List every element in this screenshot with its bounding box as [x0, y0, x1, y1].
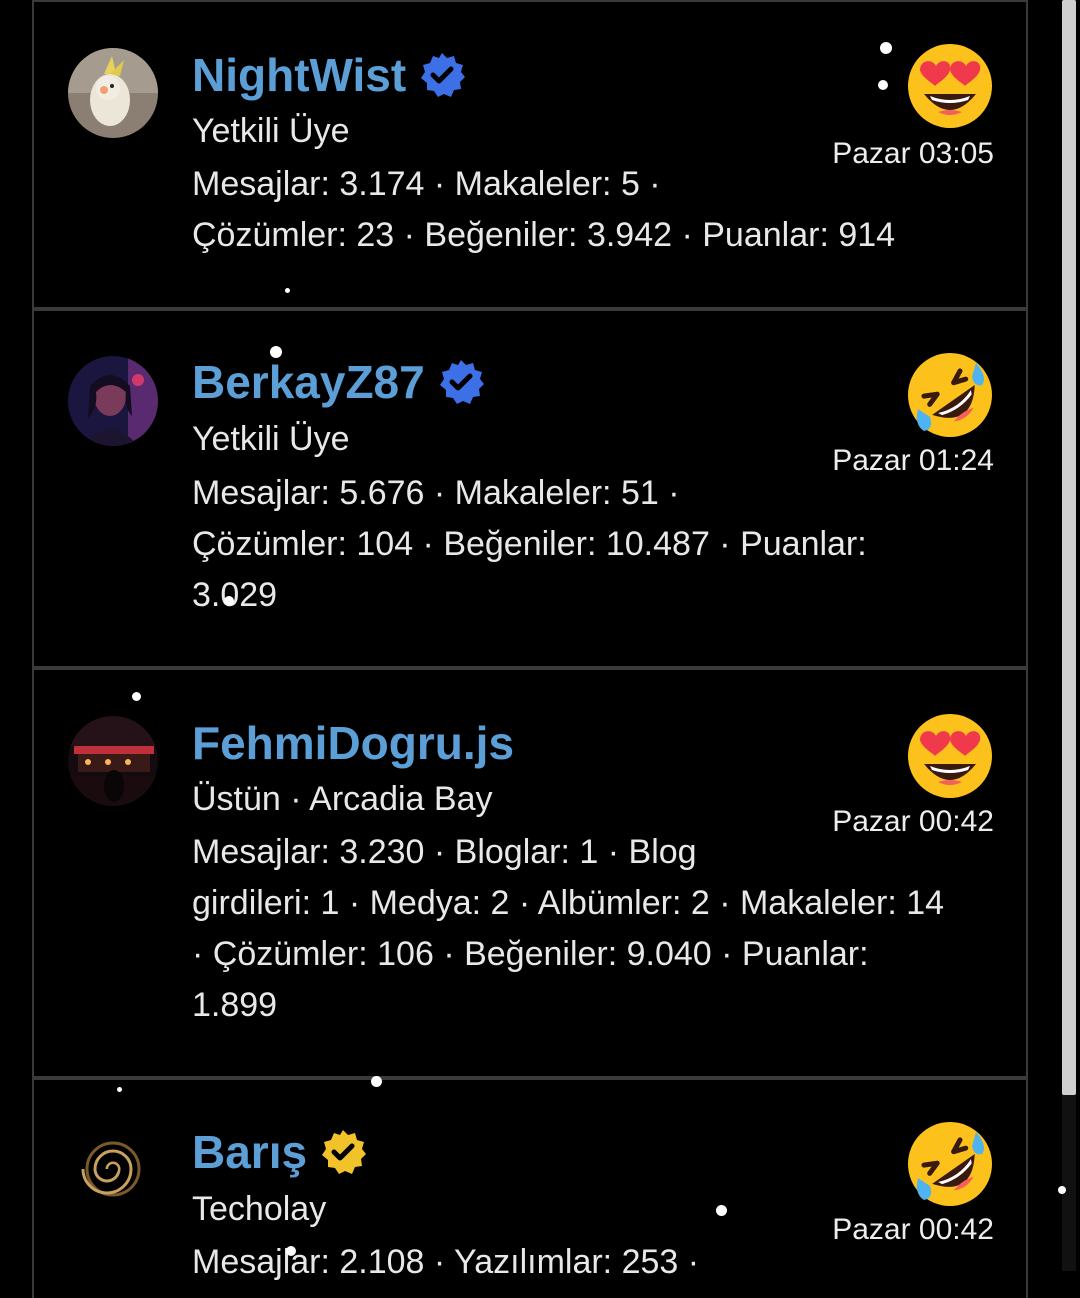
post-time: Pazar 01:24 [832, 444, 994, 477]
snow-particle [286, 1246, 296, 1256]
stats-line: · Çözümler: 106 · Beğeniler: 9.040 · Pua… [192, 935, 869, 973]
snow-particle [878, 80, 888, 90]
post-time: Pazar 03:05 [832, 137, 994, 170]
stats-line: 3.029 [192, 576, 278, 614]
username-link[interactable]: BerkayZ87 [192, 355, 425, 409]
stats-line: Çözümler: 23 · Beğeniler: 3.942 · Puanla… [192, 216, 896, 254]
snow-particle [132, 692, 141, 701]
snow-particle [285, 288, 290, 293]
user-role: Techolay [192, 1190, 327, 1228]
snow-particle [270, 346, 282, 358]
verified-badge-icon [322, 1130, 367, 1174]
reactions-list: NightWist Yetkili Üye Mesajlar: 3.174 · … [0, 0, 1080, 1298]
username-row: BerkayZ87 [192, 355, 485, 409]
username-row: Barış [192, 1125, 367, 1179]
verified-badge-icon [439, 360, 484, 404]
avatar[interactable] [68, 48, 158, 138]
post-time: Pazar 00:42 [832, 1213, 994, 1246]
avatar[interactable] [68, 716, 158, 806]
user-stats: Mesajlar: 3.174 · Makaleler: 5 · Çözümle… [192, 159, 992, 261]
verified-badge-icon [421, 53, 466, 97]
username-link[interactable]: Barış [192, 1125, 307, 1179]
username-row: FehmiDogru.js [192, 716, 514, 770]
snow-particle [224, 596, 234, 606]
snow-particle [371, 1076, 382, 1087]
stats-line: Çözümler: 104 · Beğeniler: 10.487 · Puan… [192, 525, 867, 563]
snow-particle [880, 42, 892, 54]
user-stats: Mesajlar: 3.230 · Bloglar: 1 · Blog gird… [192, 827, 1012, 1031]
user-role: Yetkili Üye [192, 112, 350, 150]
reaction-card[interactable]: FehmiDogru.js Üstün · Arcadia Bay Mesajl… [32, 668, 1028, 1078]
snow-particle [117, 1087, 122, 1092]
heart-eyes-emoji-icon [908, 714, 992, 798]
scrollbar-thumb[interactable] [1062, 0, 1076, 1095]
user-role: Yetkili Üye [192, 420, 350, 458]
username-row: NightWist [192, 48, 466, 102]
reaction-card[interactable]: Barış Techolay Mesajlar: 2.108 · Yazılım… [32, 1078, 1028, 1298]
rofl-emoji-icon [908, 353, 992, 437]
post-time: Pazar 00:42 [832, 805, 994, 838]
username-link[interactable]: NightWist [192, 48, 406, 102]
reaction-card[interactable]: BerkayZ87 Yetkili Üye Mesajlar: 5.676 · … [32, 309, 1028, 668]
user-role: Üstün · Arcadia Bay [192, 780, 493, 818]
avatar[interactable] [68, 356, 158, 446]
stats-line: 1.899 [192, 986, 278, 1024]
username-link[interactable]: FehmiDogru.js [192, 716, 514, 770]
avatar[interactable] [68, 1124, 158, 1214]
snow-particle [716, 1205, 727, 1216]
user-stats: Mesajlar: 5.676 · Makaleler: 51 · Çözüml… [192, 468, 992, 621]
heart-eyes-emoji-icon [908, 44, 992, 128]
stats-line: girdileri: 1 · Medya: 2 · Albümler: 2 · … [192, 884, 945, 922]
reaction-card[interactable]: NightWist Yetkili Üye Mesajlar: 3.174 · … [32, 0, 1028, 309]
snow-particle [1058, 1186, 1066, 1194]
rofl-emoji-icon [908, 1122, 992, 1206]
